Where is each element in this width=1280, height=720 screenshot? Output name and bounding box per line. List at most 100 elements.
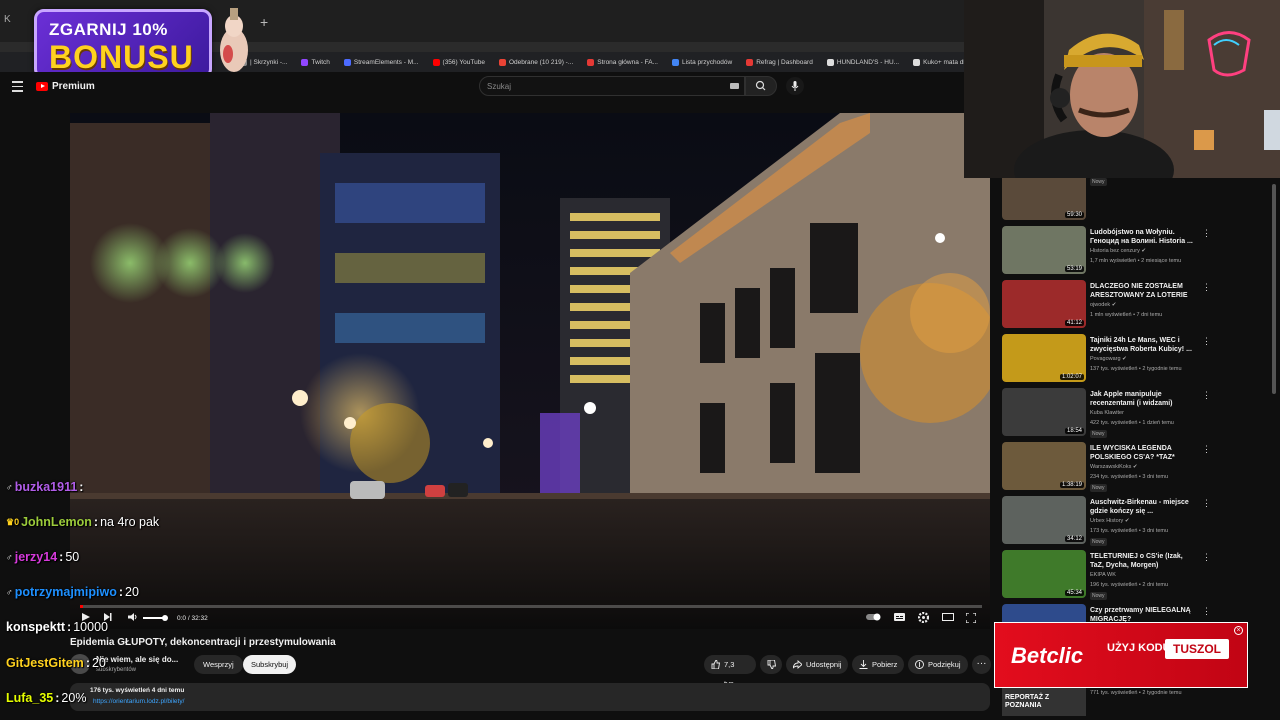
recommendation-thumbnail[interactable]: 41:12 [1002,280,1086,328]
thanks-button[interactable]: Podziękuj [908,655,968,674]
more-options-icon[interactable]: ⋮ [1202,390,1211,401]
volume-slider[interactable] [143,615,168,621]
recommendation-item[interactable]: 1:38:19 ILE WYCISKA LEGENDA POLSKIEGO CS'… [1002,442,1272,494]
recommendation-channel[interactable]: Historia bez cenzury ✔ [1090,248,1146,254]
video-progress-bar[interactable] [80,605,982,608]
dislike-button[interactable] [760,655,782,674]
fullscreen-icon[interactable] [966,613,976,623]
sidebar-scrollbar[interactable] [1272,184,1276,394]
download-button[interactable]: Pobierz [852,655,904,674]
subscribe-button[interactable]: Subskrybuj [243,655,297,674]
like-button[interactable]: 7,3 tys. [704,655,756,688]
bookmark-label: StreamElements - M... [353,58,419,66]
more-options-icon[interactable]: ⋮ [1202,606,1211,617]
betclic-ad-banner[interactable]: Betclic UŻYJ KODU TUSZOL × [994,622,1248,688]
theater-mode-icon[interactable] [942,613,954,621]
settings-gear-icon[interactable] [918,612,929,623]
tab-fragment[interactable]: K [4,14,11,25]
recommendation-title[interactable]: ILE WYCISKA LEGENDA POLSKIEGO CS'A? *TAZ… [1090,444,1198,462]
bookmark-item[interactable]: Refrag | Dashboard [746,58,813,66]
bookmark-item[interactable]: StreamElements - M... [343,58,419,66]
share-button[interactable]: Udostępnij [786,655,848,674]
streamer-webcam [964,0,1280,178]
more-options-icon[interactable]: ⋮ [1202,444,1211,455]
keyboard-icon[interactable] [730,83,739,89]
recommendation-views: 422 tys. wyświetleń • 1 dzień temu [1090,420,1174,426]
recommendation-item[interactable]: 1:02:07 Tajniki 24h Le Mans, WEC i zwycię… [1002,334,1272,386]
more-options-icon[interactable]: ⋮ [1202,282,1211,293]
channel-name[interactable]: Nie wiem, ale się do... [96,655,178,664]
recommendation-thumbnail[interactable]: 1:02:07 [1002,334,1086,382]
bookmark-favicon-icon [826,58,834,66]
progress-fill [80,605,83,608]
time-display: 0:0 / 32:32 [177,615,208,622]
more-options-icon[interactable]: ⋮ [1202,228,1211,239]
chat-message: ♂ jerzy14:50 [6,550,79,564]
more-actions-button[interactable]: ··· [972,655,991,674]
recommendation-title[interactable]: Tajniki 24h Le Mans, WEC i zwycięstwa Ro… [1090,336,1198,354]
recommendation-channel[interactable]: Urbex History ✔ [1090,518,1129,524]
recommendation-title[interactable]: TELETURNIEJ o CS'ie (Izak, TaZ, Dycha, M… [1090,552,1198,570]
bookmark-item[interactable]: HUNDLAND'S - HU... [826,58,900,66]
recommendation-item[interactable]: 59:30 Nowy [1002,178,1272,224]
recommendation-item[interactable]: 18:54 Jak Apple manipuluje recenzentami (… [1002,388,1272,440]
bookmark-item[interactable]: Twitch [301,58,330,66]
recommendation-channel[interactable]: Povagowarg ✔ [1090,356,1127,362]
chat-text: na 4ro pak [100,515,160,529]
more-options-icon[interactable]: ⋮ [1202,552,1211,563]
recommendation-views: 1 mln wyświetleń • 7 dni temu [1090,312,1163,318]
bookmark-item[interactable]: Kuko+ mata dla psa... [913,58,964,66]
bookmark-item[interactable]: Lista przychodów [671,58,732,66]
volume-icon[interactable] [128,613,137,621]
bookmark-label: HUNDLAND'S - HU... [836,58,900,66]
description-link[interactable]: https://orientarium.lodz.pl/bilety/ [93,698,184,705]
new-tab-button[interactable]: + [260,14,268,30]
youtube-logo[interactable]: Premium [36,81,95,92]
recommendation-thumbnail[interactable]: 18:54 [1002,388,1086,436]
bookmark-favicon-icon [301,58,309,66]
microphone-button[interactable] [786,77,804,95]
support-button[interactable]: Wesprzyj [194,655,243,674]
recommendation-channel[interactable]: ojwodek ✔ [1090,302,1116,308]
close-ad-icon[interactable]: × [1234,626,1243,635]
recommendation-channel[interactable]: Kuba Klawiter [1090,410,1124,416]
search-button[interactable] [745,76,777,96]
recommendation-item[interactable]: 53:19 Ludobójstwo na Wołyniu. Геноцид на … [1002,226,1272,278]
more-options-icon[interactable]: ⋮ [1202,498,1211,509]
recommendation-title[interactable]: Auschwitz-Birkenau - miejsce gdzie kończ… [1090,498,1198,516]
recommendation-channel[interactable]: EKIPA WK [1090,572,1116,578]
recommendation-title[interactable]: Jak Apple manipuluje recenzentami (i wid… [1090,390,1198,408]
hamburger-menu-icon[interactable] [12,81,23,95]
video-player[interactable] [70,113,990,629]
recommendation-thumbnail-bottom[interactable]: REPORTAŻ Z POZNANIA [1002,688,1086,716]
recommendation-item[interactable]: 45:34 TELETURNIEJ o CS'ie (Izak, TaZ, Dyc… [1002,550,1272,602]
betclic-logo: Betclic [1011,643,1084,668]
chat-separator: : [59,550,64,564]
chat-message: GitJestGitem:20 [6,656,106,670]
video-duration: 45:34 [1064,590,1084,596]
recommendation-title[interactable]: DLACZEGO NIE ZOSTAŁEM ARESZTOWANY ZA LOT… [1090,282,1198,300]
subtitles-icon[interactable] [894,613,905,621]
bookmark-item[interactable]: Strona główna - FA... [587,58,658,66]
recommendation-views: 234 tys. wyświetleń • 3 dni temu [1090,474,1169,480]
recommendation-thumbnail[interactable]: 34:12 [1002,496,1086,544]
description-box[interactable] [70,683,990,711]
autoplay-toggle-icon[interactable] [866,613,882,621]
recommendation-channel[interactable]: WarszawskiKoks ✔ [1090,464,1138,470]
bookmark-item[interactable]: (356) YouTube [432,58,485,66]
chat-badge-icon: ♂ [6,587,13,597]
recommendation-thumbnail[interactable]: 1:38:19 [1002,442,1086,490]
chat-badge-icon: ♛0 [6,516,20,527]
recommendation-thumbnail[interactable]: 59:30 [1002,178,1086,220]
recommendation-item[interactable]: 34:12 Auschwitz-Birkenau - miejsce gdzie … [1002,496,1272,548]
search-icon [755,80,766,91]
recommendation-thumbnail[interactable]: 53:19 [1002,226,1086,274]
bookmark-item[interactable]: Odebrane (10 219) -... [498,58,573,66]
bookmark-favicon-icon [432,58,440,66]
recommendation-thumbnail[interactable]: 45:34 [1002,550,1086,598]
recommendation-title[interactable]: Ludobójstwo na Wołyniu. Геноцид на Волин… [1090,228,1198,246]
search-input[interactable]: Szukaj [479,76,745,96]
recommendation-item[interactable]: 41:12 DLACZEGO NIE ZOSTAŁEM ARESZTOWANY Z… [1002,280,1272,332]
more-options-icon[interactable]: ⋮ [1202,336,1211,347]
chat-message: ♂ potrzymajmipiwo:20 [6,585,139,599]
